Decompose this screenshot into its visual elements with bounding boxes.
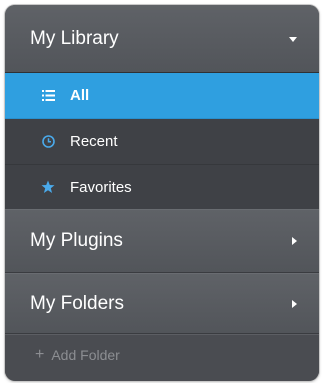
sidebar-item-label: Favorites [70,178,132,196]
clock-icon [41,135,55,149]
library-items: All Recent Favorites [5,73,319,209]
library-sidebar: My Library All Recent Favorites My Plugi… [5,5,319,381]
star-icon [41,180,55,194]
add-folder-button[interactable]: + Add Folder [5,334,319,374]
list-icon [41,89,55,103]
sidebar-item-recent[interactable]: Recent [5,119,319,165]
plus-icon: + [35,345,45,363]
section-header-my-library[interactable]: My Library [5,5,319,73]
chevron-down-icon [289,36,297,42]
section-title-my-plugins: My Plugins [30,230,123,251]
chevron-right-icon [292,237,297,245]
sidebar-item-all[interactable]: All [5,73,319,119]
section-title-my-folders: My Folders [30,292,124,314]
section-header-my-folders[interactable]: My Folders [5,273,319,334]
chevron-right-icon [292,299,297,308]
sidebar-item-favorites[interactable]: Favorites [5,165,319,209]
sidebar-item-label: Recent [70,133,118,150]
sidebar-item-label: All [70,87,90,104]
section-title-my-library: My Library [30,27,119,49]
section-header-my-plugins[interactable]: My Plugins [5,209,319,273]
add-folder-label: Add Folder [51,346,120,363]
